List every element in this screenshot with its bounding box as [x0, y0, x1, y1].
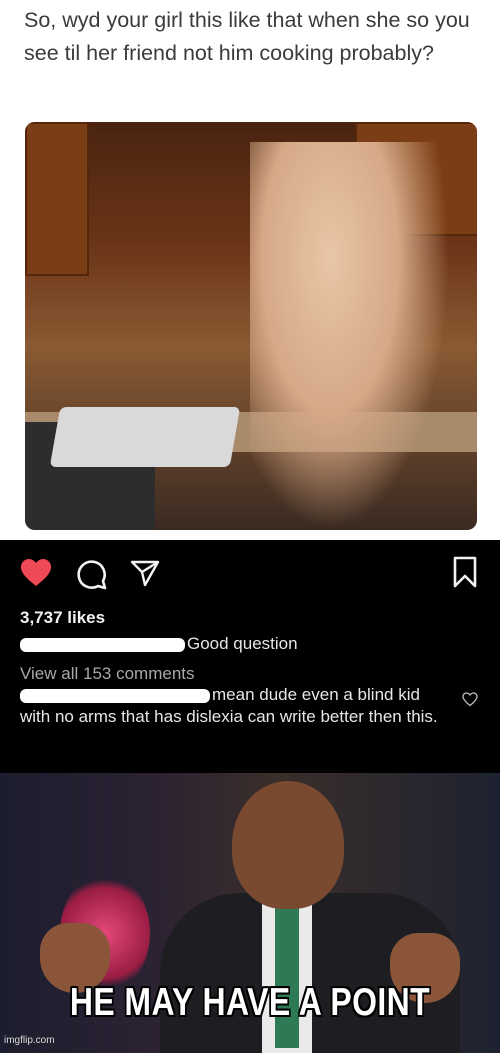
comment-2: mean dude even a blind kid with no arms … [20, 684, 440, 728]
small-heart-icon[interactable] [462, 692, 478, 707]
tweet-screenshot: So, wyd your girl this like that when sh… [0, 0, 500, 540]
person-figure [250, 142, 450, 530]
man-head [232, 781, 344, 909]
post-caption: So, wyd your girl this like that when sh… [24, 8, 470, 65]
like-count[interactable]: 3,737 likes [20, 608, 105, 628]
kitchen-photo [25, 122, 477, 530]
bookmark-icon[interactable] [452, 556, 478, 588]
cabinet-left [25, 122, 89, 276]
share-icon[interactable] [130, 558, 160, 588]
redacted-username [20, 637, 185, 652]
comment-icon[interactable] [76, 558, 108, 590]
comment-1-text: Good question [187, 634, 298, 653]
heart-icon[interactable] [20, 558, 52, 588]
instagram-panel: 3,737 likes Good question View all 153 c… [0, 540, 500, 773]
meme-image: HE MAY HAVE A POINT imgflip.com [0, 773, 500, 1053]
watermark: imgflip.com [4, 1035, 55, 1046]
comment-1: Good question [20, 634, 298, 654]
tie [275, 898, 299, 1048]
meme-caption: HE MAY HAVE A POINT [69, 981, 431, 1024]
redacted-username-2 [20, 688, 210, 703]
egg-carton [49, 407, 241, 467]
view-all-comments-link[interactable]: View all 153 comments [20, 664, 195, 684]
